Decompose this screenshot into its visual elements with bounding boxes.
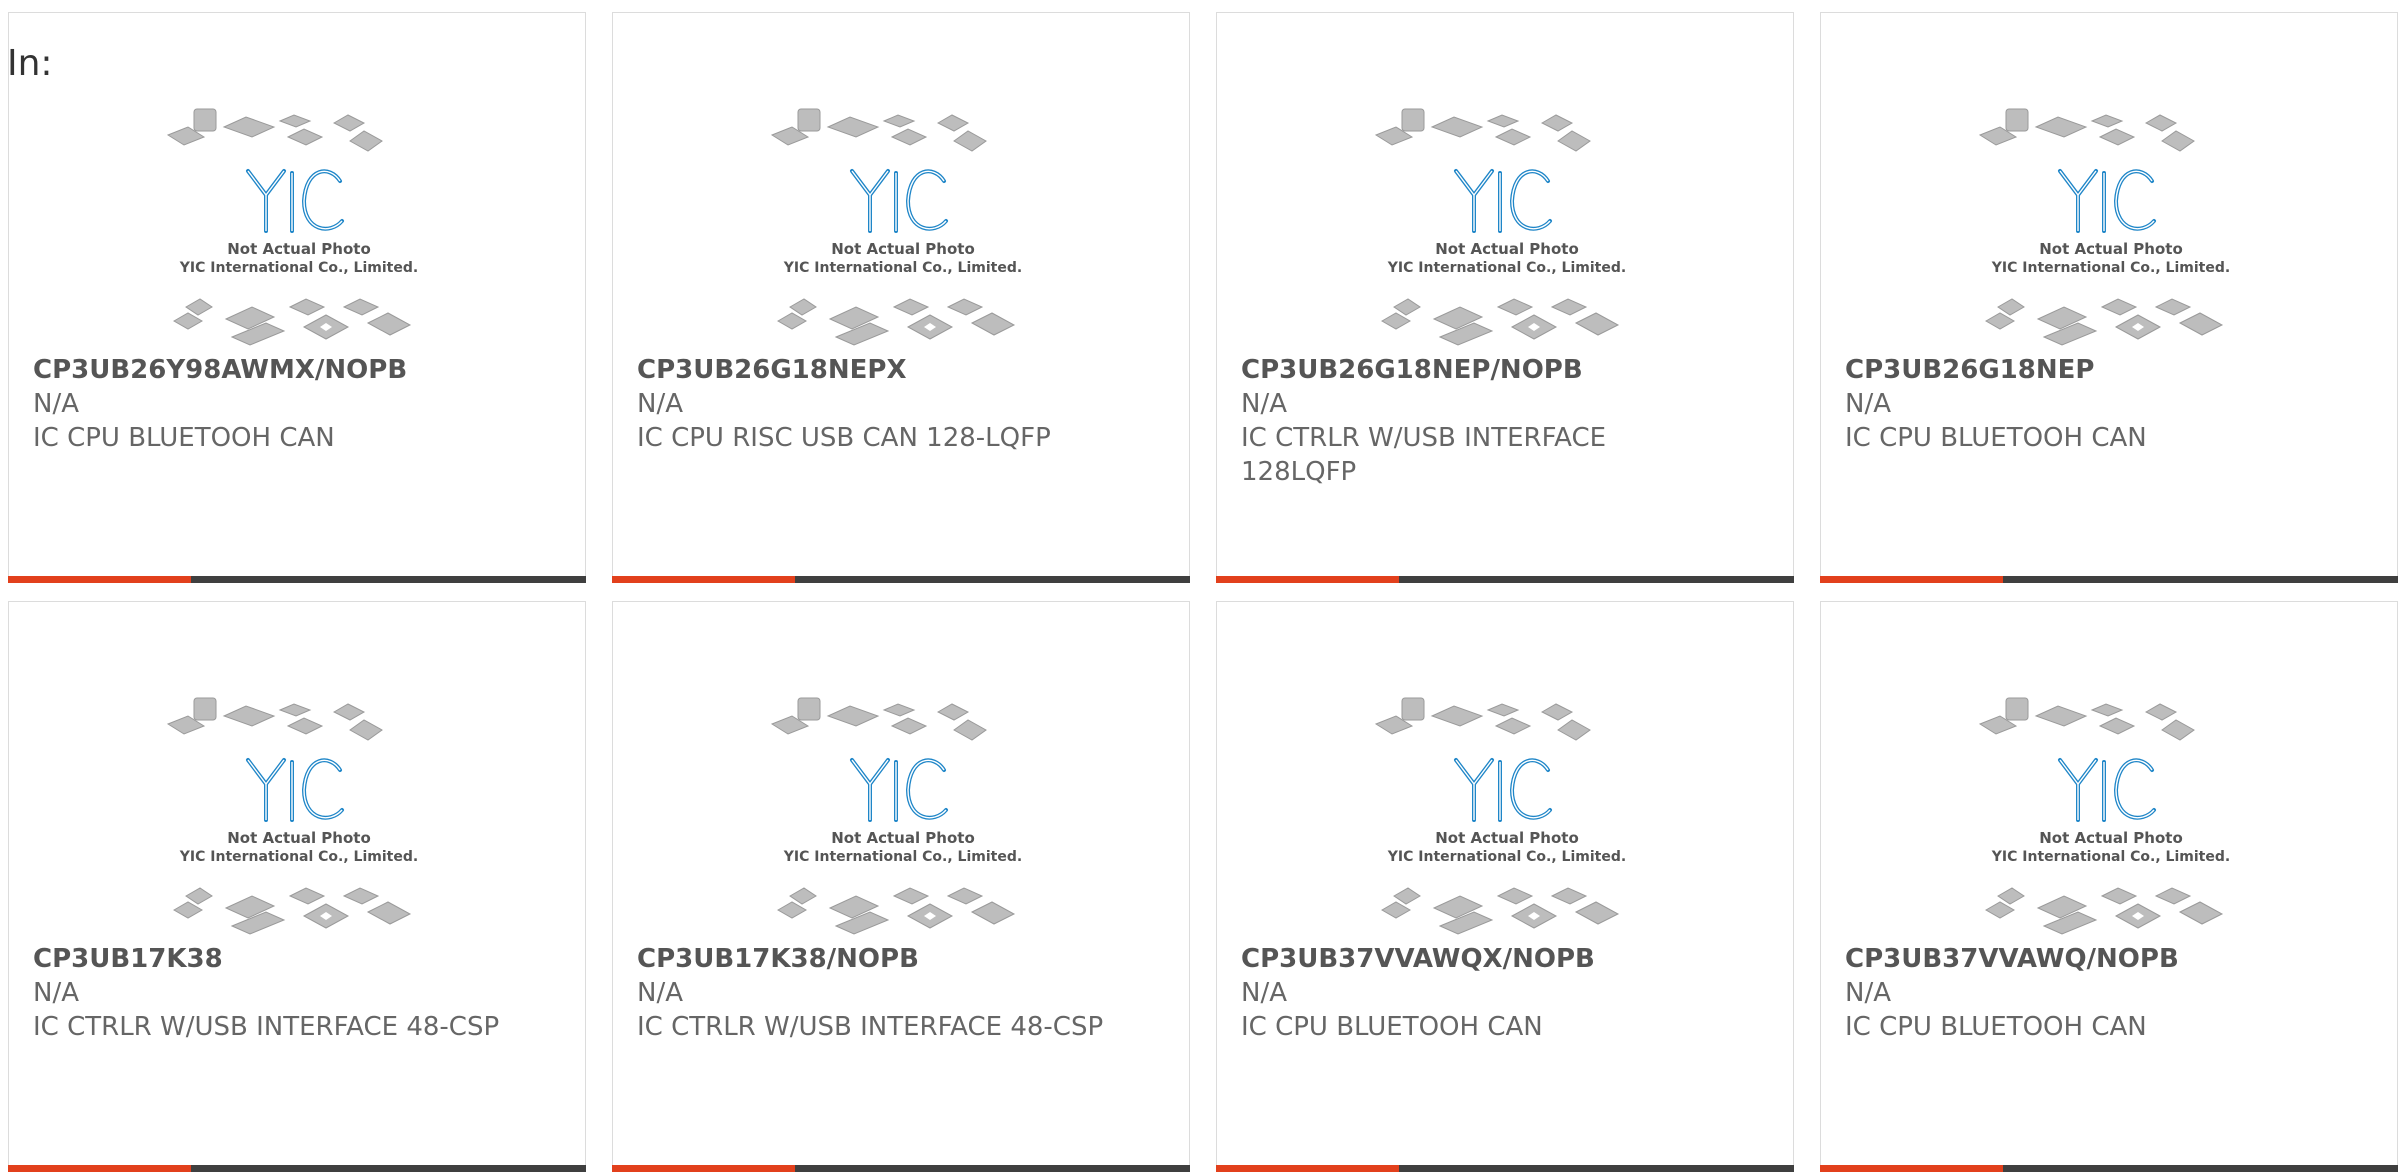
manufacturer-text: N/A <box>1845 978 1891 1008</box>
product-image[interactable]: Not Actual Photo YIC International Co., L… <box>1976 101 2246 351</box>
card-bottom-bar <box>1820 576 2398 583</box>
svg-text:YIC International Co., Limited: YIC International Co., Limited. <box>1991 260 2230 276</box>
description-text: IC CPU BLUETOOH CAN <box>1845 1012 2147 1042</box>
svg-text:YIC International Co., Limited: YIC International Co., Limited. <box>783 849 1022 865</box>
description-text: IC CPU RISC USB CAN 128-LQFP <box>637 423 1051 453</box>
yic-logo-placeholder-icon: Not Actual Photo YIC International Co., L… <box>166 108 418 346</box>
product-image[interactable]: Not Actual Photo YIC International Co., L… <box>768 101 1038 351</box>
product-card[interactable]: Not Actual Photo YIC International Co., L… <box>1216 12 1794 583</box>
description-text: IC CPU BLUETOOH CAN <box>1241 1012 1543 1042</box>
card-accent-bar <box>1820 576 2003 583</box>
svg-text:Not Actual Photo: Not Actual Photo <box>2039 829 2183 847</box>
product-info: CP3UB37VVAWQX/NOPB N/A IC CPU BLUETOOH C… <box>1241 942 1711 1044</box>
part-number-link[interactable]: CP3UB37VVAWQX/NOPB <box>1241 942 1711 976</box>
product-grid: Not Actual Photo YIC International Co., L… <box>8 12 2398 1172</box>
product-info: CP3UB37VVAWQ/NOPB N/A IC CPU BLUETOOH CA… <box>1845 942 2315 1044</box>
yic-logo-placeholder-icon: Not Actual Photo YIC International Co., L… <box>1978 697 2230 935</box>
card-accent-bar <box>8 576 191 583</box>
svg-text:Not Actual Photo: Not Actual Photo <box>2039 240 2183 258</box>
product-info: CP3UB26Y98AWMX/NOPB N/A IC CPU BLUETOOH … <box>33 353 503 455</box>
product-card[interactable]: Not Actual Photo YIC International Co., L… <box>612 601 1190 1172</box>
card-accent-bar <box>612 576 795 583</box>
product-info: CP3UB26G18NEP N/A IC CPU BLUETOOH CAN <box>1845 353 2315 455</box>
product-image[interactable]: Not Actual Photo YIC International Co., L… <box>768 690 1038 940</box>
description-text: IC CPU BLUETOOH CAN <box>33 423 335 453</box>
yic-logo-placeholder-icon: Not Actual Photo YIC International Co., L… <box>166 697 418 935</box>
svg-text:YIC International Co., Limited: YIC International Co., Limited. <box>1387 849 1626 865</box>
manufacturer-text: N/A <box>637 978 683 1008</box>
svg-text:YIC International Co., Limited: YIC International Co., Limited. <box>1387 260 1626 276</box>
description-text: IC CPU BLUETOOH CAN <box>1845 423 2147 453</box>
svg-text:Not Actual Photo: Not Actual Photo <box>227 240 371 258</box>
svg-text:YIC International Co., Limited: YIC International Co., Limited. <box>179 849 418 865</box>
svg-text:YIC International Co., Limited: YIC International Co., Limited. <box>783 260 1022 276</box>
card-accent-bar <box>1820 1165 2003 1172</box>
description-text: IC CTRLR W/USB INTERFACE 48-CSP <box>637 1012 1104 1042</box>
filter-in-label: In: <box>7 43 53 84</box>
manufacturer-text: N/A <box>33 389 79 419</box>
card-accent-bar <box>1216 1165 1399 1172</box>
part-number-link[interactable]: CP3UB26G18NEP <box>1845 353 2315 387</box>
svg-text:Not Actual Photo: Not Actual Photo <box>831 829 975 847</box>
yic-logo-placeholder-icon: Not Actual Photo YIC International Co., L… <box>1978 108 2230 346</box>
description-text: IC CTRLR W/USB INTERFACE 48-CSP <box>33 1012 500 1042</box>
manufacturer-text: N/A <box>33 978 79 1008</box>
card-accent-bar <box>612 1165 795 1172</box>
product-image[interactable]: Not Actual Photo YIC International Co., L… <box>1372 690 1642 940</box>
card-bottom-bar <box>1216 1165 1794 1172</box>
product-card[interactable]: Not Actual Photo YIC International Co., L… <box>1216 601 1794 1172</box>
manufacturer-text: N/A <box>1241 978 1287 1008</box>
product-card[interactable]: Not Actual Photo YIC International Co., L… <box>612 12 1190 583</box>
part-number-link[interactable]: CP3UB17K38 <box>33 942 503 976</box>
card-accent-bar <box>1216 576 1399 583</box>
product-info: CP3UB17K38 N/A IC CTRLR W/USB INTERFACE … <box>33 942 503 1044</box>
product-info: CP3UB26G18NEPX N/A IC CPU RISC USB CAN 1… <box>637 353 1107 455</box>
card-bottom-bar <box>8 1165 586 1172</box>
card-bottom-bar <box>1820 1165 2398 1172</box>
card-accent-bar <box>8 1165 191 1172</box>
part-number-link[interactable]: CP3UB26Y98AWMX/NOPB <box>33 353 503 387</box>
yic-logo-placeholder-icon: Not Actual Photo YIC International Co., L… <box>770 697 1022 935</box>
yic-logo-placeholder-icon: Not Actual Photo YIC International Co., L… <box>1374 697 1626 935</box>
product-image[interactable]: Not Actual Photo YIC International Co., L… <box>1372 101 1642 351</box>
description-text: IC CTRLR W/USB INTERFACE 128LQFP <box>1241 423 1607 487</box>
svg-text:Not Actual Photo: Not Actual Photo <box>1435 240 1579 258</box>
card-bottom-bar <box>8 576 586 583</box>
product-info: CP3UB17K38/NOPB N/A IC CTRLR W/USB INTER… <box>637 942 1107 1044</box>
product-image[interactable]: Not Actual Photo YIC International Co., L… <box>164 690 434 940</box>
svg-text:YIC International Co., Limited: YIC International Co., Limited. <box>1991 849 2230 865</box>
product-card[interactable]: Not Actual Photo YIC International Co., L… <box>1820 601 2398 1172</box>
svg-text:Not Actual Photo: Not Actual Photo <box>1435 829 1579 847</box>
part-number-link[interactable]: CP3UB26G18NEPX <box>637 353 1107 387</box>
svg-text:Not Actual Photo: Not Actual Photo <box>227 829 371 847</box>
product-info: CP3UB26G18NEP/NOPB N/A IC CTRLR W/USB IN… <box>1241 353 1711 489</box>
svg-text:YIC International Co., Limited: YIC International Co., Limited. <box>179 260 418 276</box>
manufacturer-text: N/A <box>1241 389 1287 419</box>
manufacturer-text: N/A <box>1845 389 1891 419</box>
part-number-link[interactable]: CP3UB37VVAWQ/NOPB <box>1845 942 2315 976</box>
product-card[interactable]: Not Actual Photo YIC International Co., L… <box>8 12 586 583</box>
card-bottom-bar <box>612 1165 1190 1172</box>
product-image[interactable]: Not Actual Photo YIC International Co., L… <box>164 101 434 351</box>
card-bottom-bar <box>612 576 1190 583</box>
yic-logo-placeholder-icon: Not Actual Photo YIC International Co., L… <box>1374 108 1626 346</box>
svg-text:Not Actual Photo: Not Actual Photo <box>831 240 975 258</box>
part-number-link[interactable]: CP3UB26G18NEP/NOPB <box>1241 353 1711 387</box>
part-number-link[interactable]: CP3UB17K38/NOPB <box>637 942 1107 976</box>
product-image[interactable]: Not Actual Photo YIC International Co., L… <box>1976 690 2246 940</box>
product-card[interactable]: Not Actual Photo YIC International Co., L… <box>8 601 586 1172</box>
manufacturer-text: N/A <box>637 389 683 419</box>
yic-logo-placeholder-icon: Not Actual Photo YIC International Co., L… <box>770 108 1022 346</box>
card-bottom-bar <box>1216 576 1794 583</box>
product-card[interactable]: Not Actual Photo YIC International Co., L… <box>1820 12 2398 583</box>
